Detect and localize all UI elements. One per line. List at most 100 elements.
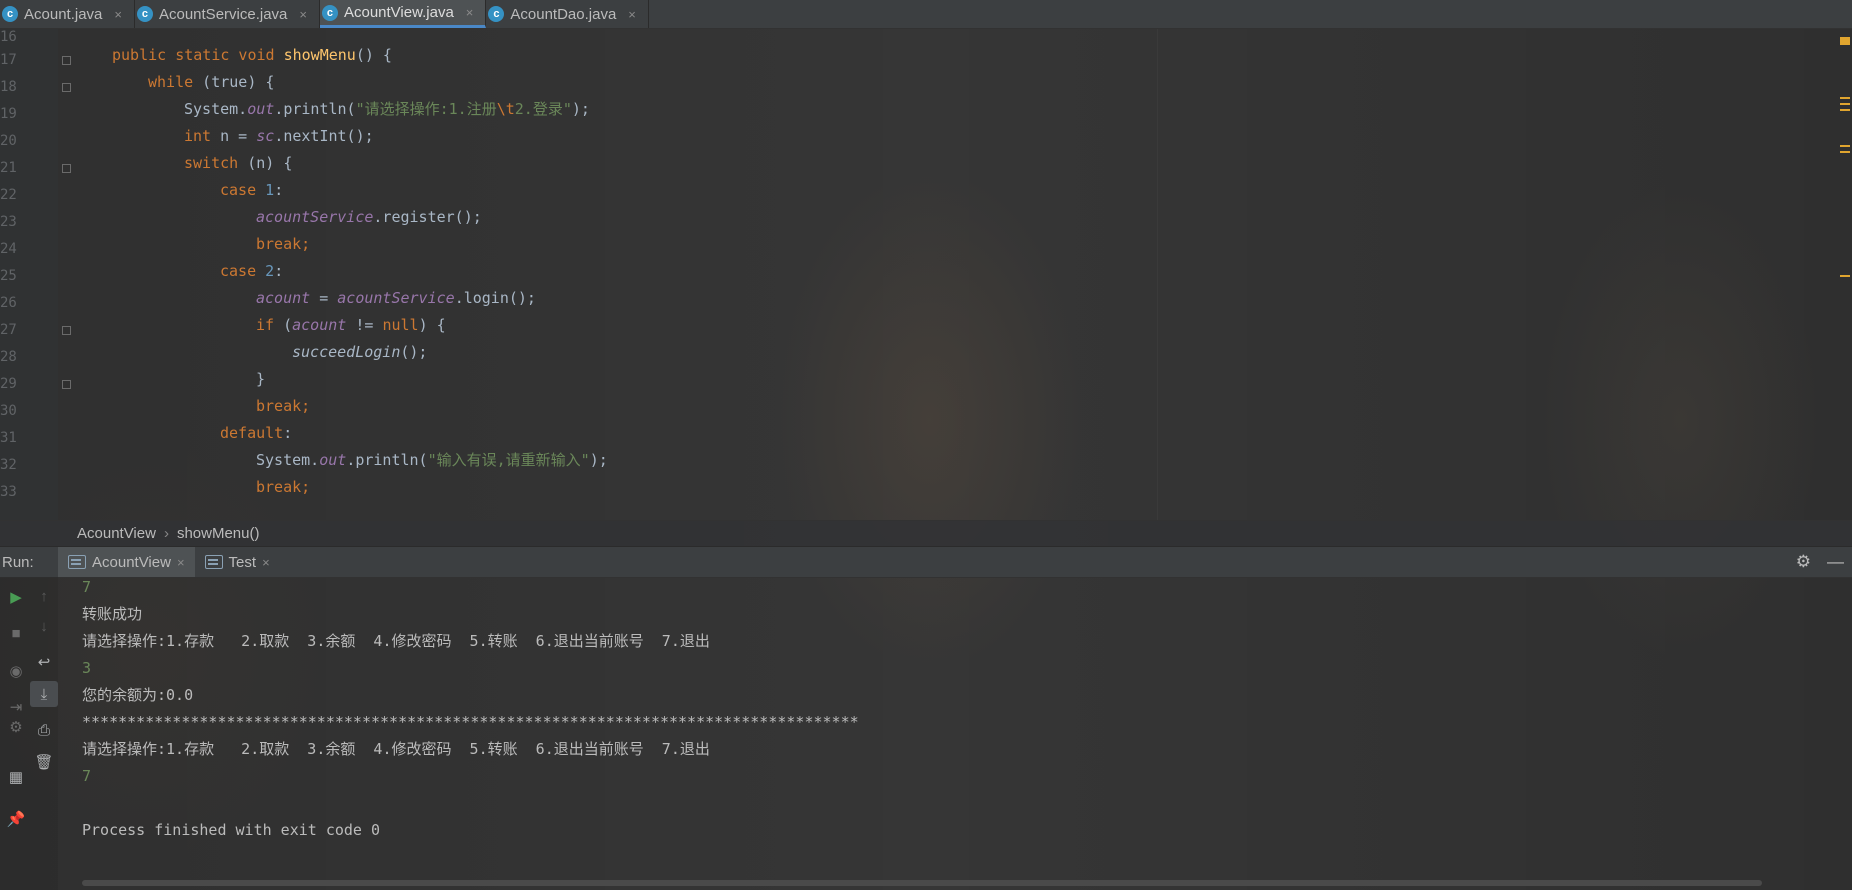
java-class-icon: c: [136, 6, 153, 22]
line-number: 22: [0, 187, 17, 203]
line-number: 17: [0, 52, 17, 68]
close-icon[interactable]: ×: [628, 7, 636, 22]
line-number: 31: [0, 430, 17, 446]
tab-label: AcountService.java: [158, 5, 288, 23]
code-line-25: case 2:: [220, 262, 284, 280]
line-number: 32: [0, 457, 17, 473]
run-tool-window-header: Run: AcountView × Test × ⚙ —: [0, 546, 1852, 578]
stop-icon[interactable]: ■: [6, 623, 26, 643]
line-number: 26: [0, 295, 17, 311]
editor-tab-bar: c Acount.java × c AcountService.java × c…: [0, 0, 1852, 29]
exit-icon[interactable]: ⇥: [6, 697, 26, 717]
gear-icon[interactable]: ⚙: [1796, 552, 1811, 572]
line-number: 27: [0, 322, 17, 338]
line-number: 28: [0, 349, 17, 365]
soft-wrap-icon[interactable]: ↩: [30, 649, 58, 675]
code-line-29: }: [256, 370, 266, 388]
tab-label: Acount.java: [24, 5, 103, 23]
warning-marker[interactable]: [1840, 145, 1850, 147]
up-arrow-icon[interactable]: ↑: [30, 583, 58, 609]
tab-acount-java[interactable]: c Acount.java ×: [0, 0, 135, 28]
run-side-toolbar: ▶ ■ ◉ ⇥ ⚙ ▦ 📌 ↑ ↓ ↩ ⤓ ⎙ 🗑: [0, 577, 58, 890]
line-number: 29: [0, 376, 17, 392]
breadcrumb-separator-icon: ›: [163, 525, 169, 542]
close-icon[interactable]: ×: [299, 7, 307, 22]
run-config-icon: [204, 555, 223, 569]
code-line-31: default:: [220, 424, 293, 442]
run-config-icon: [68, 555, 86, 569]
layout-icon[interactable]: ▦: [6, 767, 26, 787]
line-number: 21: [0, 160, 17, 176]
print-icon[interactable]: ⎙: [30, 717, 58, 743]
code-line-27: if (acount != null) {: [256, 316, 446, 334]
minimize-icon[interactable]: —: [1827, 552, 1844, 572]
code-line-32: System.out.println("输入有误,请重新输入");: [256, 451, 608, 469]
breadcrumb: AcountView › showMenu(): [0, 520, 1852, 546]
run-tab-label: AcountView: [92, 553, 171, 571]
code-editor[interactable]: 16 17 18 19 20 21 22 23 24 25 26 27 28 2…: [0, 29, 1852, 520]
line-number: 19: [0, 106, 17, 122]
line-number: 20: [0, 133, 17, 149]
line-number: 18: [0, 79, 17, 95]
pin-icon[interactable]: 📌: [6, 809, 26, 829]
camera-icon[interactable]: ◉: [6, 661, 26, 681]
warning-marker[interactable]: [1840, 97, 1850, 99]
down-arrow-icon[interactable]: ↓: [30, 613, 58, 639]
tab-acountview-java[interactable]: c AcountView.java ×: [319, 0, 487, 28]
java-class-icon: c: [321, 4, 338, 21]
right-margin-guide: [1157, 29, 1158, 520]
breadcrumb-method[interactable]: showMenu(): [177, 525, 260, 542]
fold-marker-icon[interactable]: [62, 326, 71, 335]
warning-marker[interactable]: [1840, 103, 1850, 105]
tab-label: AcountView.java: [343, 4, 454, 21]
line-number: 30: [0, 403, 17, 419]
line-number: 23: [0, 214, 17, 230]
close-icon[interactable]: ×: [114, 7, 122, 22]
warning-marker[interactable]: [1840, 37, 1850, 45]
code-line-22: case 1:: [220, 181, 284, 199]
java-class-icon: c: [488, 6, 505, 22]
run-tab-test[interactable]: Test ×: [195, 547, 280, 577]
fold-marker-icon[interactable]: [62, 380, 71, 389]
run-console[interactable]: ▶ ■ ◉ ⇥ ⚙ ▦ 📌 ↑ ↓ ↩ ⤓ ⎙ 🗑 7 转账成功 请选择操作:1…: [0, 577, 1852, 890]
fold-marker-icon[interactable]: [62, 83, 71, 92]
line-number: 25: [0, 268, 17, 284]
console-line: Process finished with exit code 0: [82, 821, 381, 839]
tab-label: AcountDao.java: [510, 5, 617, 23]
horizontal-scrollbar[interactable]: [82, 880, 1762, 886]
code-line-24: break;: [256, 235, 311, 253]
close-icon[interactable]: ×: [262, 555, 270, 570]
rerun-icon[interactable]: ▶: [6, 587, 26, 607]
line-number: 33: [0, 484, 17, 500]
breadcrumb-class[interactable]: AcountView: [77, 525, 156, 542]
warning-marker[interactable]: [1840, 109, 1850, 111]
trash-icon[interactable]: 🗑: [30, 749, 58, 775]
close-icon[interactable]: ×: [177, 555, 185, 570]
warning-marker[interactable]: [1840, 151, 1850, 153]
code-line-21: switch (n) {: [184, 154, 293, 172]
code-line-19: System.out.println("请选择操作:1.注册\t2.登录");: [184, 100, 590, 118]
console-line: 请选择操作:1.存款 2.取款 3.余额 4.修改密码 5.转账 6.退出当前账…: [82, 632, 710, 650]
line-number: 24: [0, 241, 17, 257]
warning-marker[interactable]: [1840, 275, 1850, 277]
code-line-23: acountService.register();: [256, 208, 482, 226]
close-icon[interactable]: ×: [466, 5, 474, 20]
code-line-26: acount = acountService.login();: [256, 289, 536, 307]
code-line-28: succeedLogin();: [292, 343, 428, 361]
run-tab-acountview[interactable]: AcountView ×: [58, 547, 195, 577]
console-line: 请选择操作:1.存款 2.取款 3.余额 4.修改密码 5.转账 6.退出当前账…: [82, 740, 710, 758]
fold-marker-icon[interactable]: [62, 56, 71, 65]
console-line: 7: [82, 578, 92, 596]
console-line: 转账成功: [82, 605, 143, 623]
run-tab-label: Test: [228, 553, 257, 571]
console-line: 3: [82, 659, 92, 677]
code-line-18: while (true) {: [148, 73, 275, 91]
fold-marker-icon[interactable]: [62, 164, 71, 173]
gear-small-icon[interactable]: ⚙: [6, 717, 26, 737]
scroll-to-end-icon[interactable]: ⤓: [30, 681, 58, 707]
console-line: ****************************************…: [82, 713, 859, 731]
error-stripe[interactable]: [1838, 29, 1852, 520]
tab-acountservice-java[interactable]: c AcountService.java ×: [135, 0, 320, 28]
console-line: 7: [82, 767, 92, 785]
tab-acountdao-java[interactable]: c AcountDao.java ×: [486, 0, 649, 28]
